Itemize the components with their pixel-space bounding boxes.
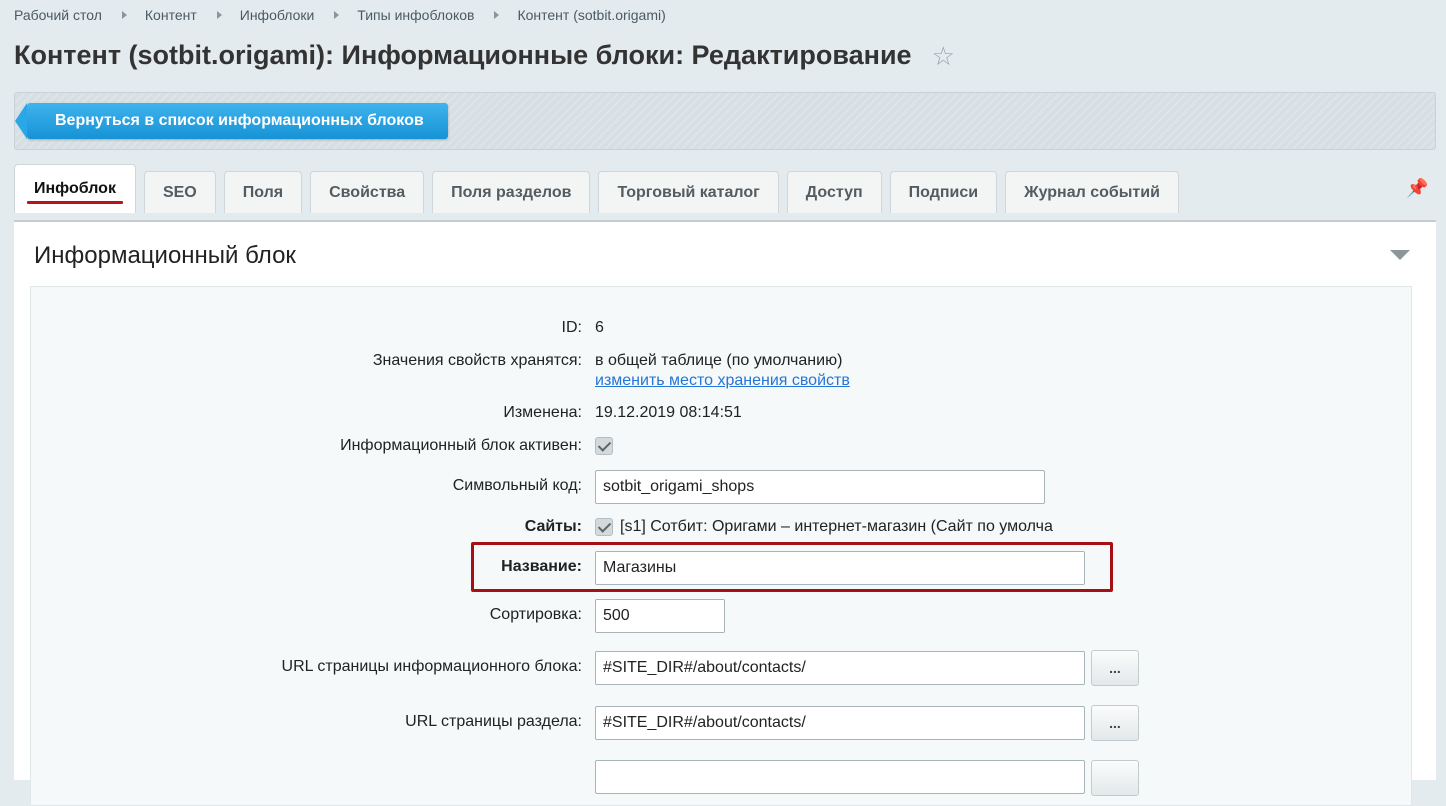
tab-access[interactable]: Доступ xyxy=(786,171,882,213)
site-s1-label: [s1] Сотбит: Оригами – интернет-магазин … xyxy=(620,518,1053,535)
breadcrumb-iblock-types[interactable]: Типы инфоблоков xyxy=(357,7,474,23)
toolbar: Вернуться в список информационных блоков xyxy=(14,92,1436,150)
tab-trade-catalog[interactable]: Торговый каталог xyxy=(598,171,779,213)
modified-value: 19.12.2019 08:14:51 xyxy=(595,404,742,421)
tab-captions[interactable]: Подписи xyxy=(889,171,998,213)
tab-panel: Информационный блок ID: 6 Значения свойс… xyxy=(14,220,1436,806)
active-label: Информационный блок активен: xyxy=(340,437,582,454)
section-url-input[interactable] xyxy=(595,706,1085,740)
sort-label: Сортировка: xyxy=(489,606,582,623)
id-value: 6 xyxy=(595,319,604,336)
tab-seo[interactable]: SEO xyxy=(143,171,216,213)
tab-section-fields[interactable]: Поля разделов xyxy=(432,171,591,213)
next-field-browse-button[interactable] xyxy=(1091,760,1139,796)
iblock-url-input[interactable] xyxy=(595,651,1085,685)
breadcrumb-arrow-icon xyxy=(216,11,222,19)
collapse-triangle-icon[interactable] xyxy=(1390,250,1410,260)
modified-label: Изменена: xyxy=(503,404,582,421)
breadcrumb-arrow-icon xyxy=(121,11,127,19)
tab-event-log[interactable]: Журнал событий xyxy=(1005,171,1179,213)
storage-value: в общей таблице (по умолчанию) xyxy=(595,352,843,369)
iblock-url-label: URL страницы информационного блока: xyxy=(281,658,582,675)
tab-iblock[interactable]: Инфоблок xyxy=(14,164,136,213)
iblock-url-browse-button[interactable]: ... xyxy=(1091,650,1139,686)
form-area: ID: 6 Значения свойств хранятся: в общей… xyxy=(30,286,1412,806)
back-to-list-button[interactable]: Вернуться в список информационных блоков xyxy=(15,103,448,139)
tab-bar: Инфоблок SEO Поля Свойства Поля разделов… xyxy=(14,164,1187,213)
star-icon[interactable]: ☆ xyxy=(932,43,955,69)
name-label: Название: xyxy=(501,558,582,575)
breadcrumb-arrow-icon xyxy=(334,11,340,19)
active-checkbox[interactable] xyxy=(595,437,613,455)
breadcrumb-arrow-icon xyxy=(494,11,500,19)
breadcrumb-content[interactable]: Контент xyxy=(145,7,197,23)
code-input[interactable] xyxy=(595,470,1045,504)
section-title: Информационный блок xyxy=(34,242,296,269)
page-title: Контент (sotbit.origami): Информационные… xyxy=(14,40,955,71)
breadcrumb-iblocks[interactable]: Инфоблоки xyxy=(240,7,315,23)
site-s1-checkbox[interactable] xyxy=(595,518,613,536)
name-input[interactable] xyxy=(595,551,1085,585)
page-title-text: Контент (sotbit.origami): Информационные… xyxy=(14,40,912,70)
id-label: ID: xyxy=(561,319,582,336)
sort-input[interactable] xyxy=(595,599,725,633)
change-storage-link[interactable]: изменить место хранения свойств xyxy=(595,372,850,390)
tab-properties[interactable]: Свойства xyxy=(310,171,425,213)
next-field-input[interactable] xyxy=(595,760,1085,794)
breadcrumb: Рабочий стол Контент Инфоблоки Типы инфо… xyxy=(14,6,666,24)
section-url-browse-button[interactable]: ... xyxy=(1091,705,1139,741)
code-label: Символьный код: xyxy=(452,477,582,494)
breadcrumb-current[interactable]: Контент (sotbit.origami) xyxy=(517,7,665,23)
tab-fields[interactable]: Поля xyxy=(223,171,303,213)
breadcrumb-desktop[interactable]: Рабочий стол xyxy=(14,7,102,23)
section-url-label: URL страницы раздела: xyxy=(405,713,582,730)
pin-icon[interactable]: 📌 xyxy=(1406,178,1428,199)
storage-label: Значения свойств хранятся: xyxy=(372,352,582,369)
sites-label: Сайты: xyxy=(524,518,582,535)
